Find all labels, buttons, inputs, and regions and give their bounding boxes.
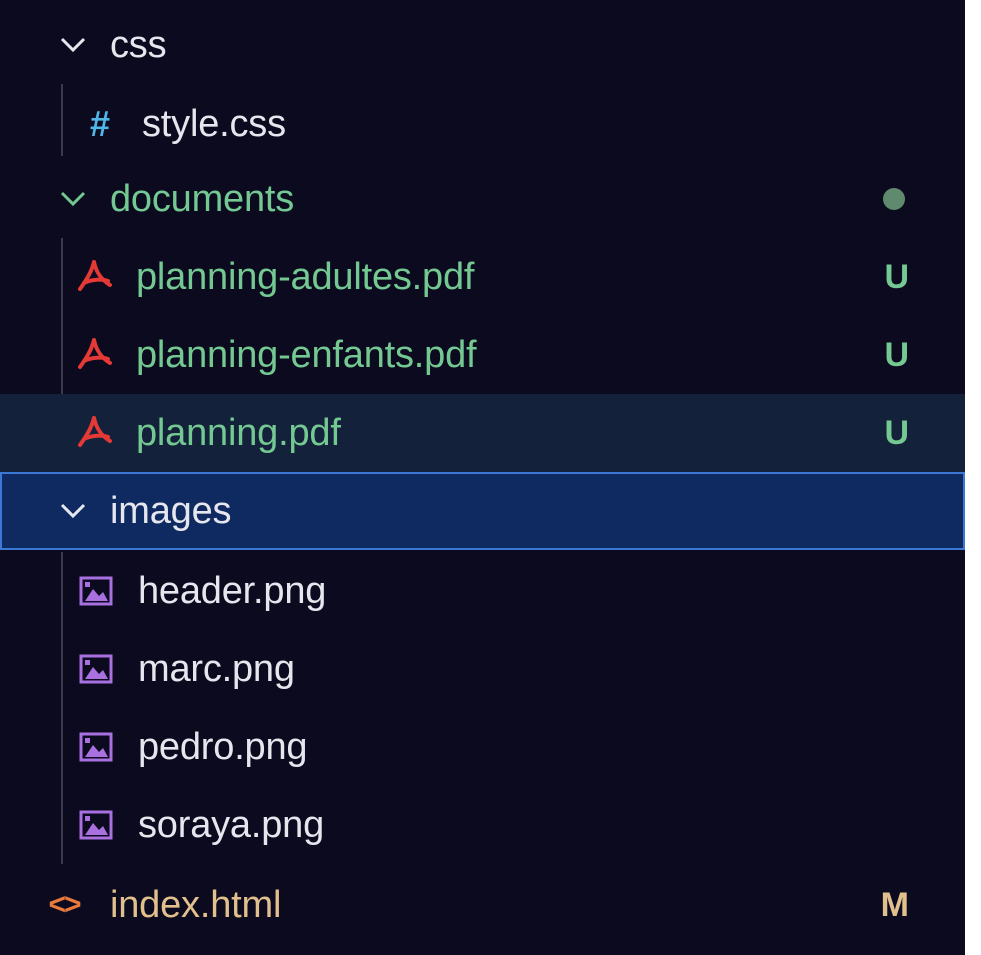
file-label: planning.pdf <box>136 411 341 454</box>
untracked-badge: U <box>884 335 909 374</box>
file-planning-enfants-pdf[interactable]: planning-enfants.pdf U <box>0 316 965 394</box>
file-label: style.css <box>142 102 286 145</box>
image-icon <box>76 727 116 767</box>
file-style-css[interactable]: # style.css <box>0 85 965 163</box>
chevron-down-icon <box>56 28 90 62</box>
folder-label: images <box>110 489 232 532</box>
folder-label: css <box>110 23 167 66</box>
folder-css[interactable]: css <box>0 6 965 84</box>
file-marc-png[interactable]: marc.png <box>0 630 965 708</box>
untracked-badge: U <box>884 257 909 296</box>
file-soraya-png[interactable]: soraya.png <box>0 786 965 864</box>
file-label: index.html <box>110 883 282 926</box>
file-label: planning-enfants.pdf <box>136 333 477 376</box>
css-hash-icon: # <box>89 103 111 144</box>
image-icon <box>76 571 116 611</box>
file-index-html[interactable]: <> index.html M <box>0 866 965 944</box>
file-label: soraya.png <box>138 803 325 846</box>
file-label: marc.png <box>138 647 295 690</box>
file-planning-pdf[interactable]: planning.pdf U <box>0 394 965 472</box>
file-pedro-png[interactable]: pedro.png <box>0 708 965 786</box>
file-label: planning-adultes.pdf <box>136 255 475 298</box>
chevron-down-icon <box>56 494 90 528</box>
pdf-icon <box>74 257 114 297</box>
pdf-icon <box>74 413 114 453</box>
file-planning-adultes-pdf[interactable]: planning-adultes.pdf U <box>0 238 965 316</box>
untracked-badge: U <box>884 413 909 452</box>
window-edge <box>965 0 981 955</box>
pdf-icon <box>74 335 114 375</box>
modified-dot-icon <box>883 188 905 210</box>
modified-badge: M <box>880 885 909 924</box>
html-code-icon: <> <box>48 888 81 921</box>
folder-label: documents <box>110 177 295 220</box>
file-explorer: css # style.css documents planning-adult… <box>0 0 965 955</box>
file-label: pedro.png <box>138 725 308 768</box>
file-header-png[interactable]: header.png <box>0 552 965 630</box>
folder-documents[interactable]: documents <box>0 160 965 238</box>
image-icon <box>76 649 116 689</box>
folder-images[interactable]: images <box>0 472 965 550</box>
file-label: header.png <box>138 569 327 612</box>
chevron-down-icon <box>56 182 90 216</box>
image-icon <box>76 805 116 845</box>
